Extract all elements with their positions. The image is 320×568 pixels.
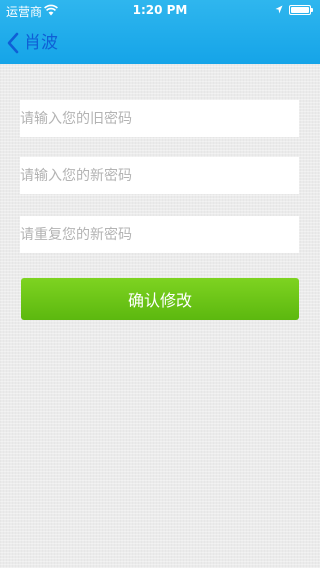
old-password-input[interactable] <box>20 100 299 137</box>
repeat-password-input[interactable] <box>20 216 299 253</box>
status-bar: 运营商 1:20 PM <box>0 0 320 20</box>
battery-icon <box>289 5 313 15</box>
back-button[interactable]: 肖波 <box>6 28 58 58</box>
confirm-change-button[interactable]: 确认修改 <box>21 278 299 320</box>
status-time: 1:20 PM <box>132 3 188 17</box>
back-label: 肖波 <box>24 33 58 53</box>
location-arrow-icon <box>275 5 283 14</box>
chevron-left-icon <box>7 32 19 54</box>
new-password-input[interactable] <box>20 157 299 194</box>
navigation-bar: 运营商 1:20 PM 肖波 <box>0 0 320 64</box>
